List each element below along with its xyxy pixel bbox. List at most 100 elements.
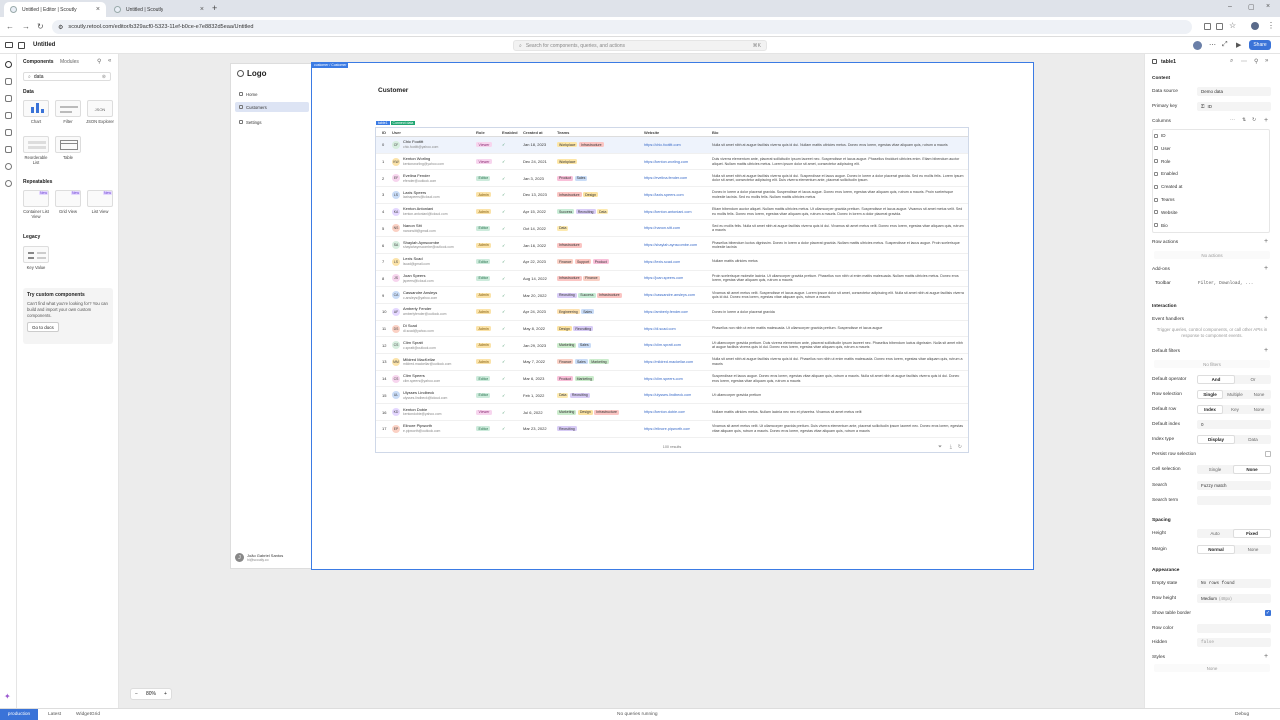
state-icon[interactable] — [5, 129, 12, 136]
search-mode-select[interactable]: Fuzzy match — [1197, 481, 1271, 490]
browser-tab-editor[interactable]: Untitled | Editor | Scoutly × — [4, 2, 106, 17]
row-selection-multiple[interactable]: Multiple — [1223, 390, 1247, 399]
website-link[interactable]: https://joan.speers.com — [644, 276, 683, 280]
preview-play-icon[interactable]: ▶ — [1236, 41, 1241, 49]
table-selection-tag[interactable]: table1 Connect data — [376, 121, 416, 125]
browser-menu-icon[interactable]: ⋮ — [1267, 21, 1275, 30]
website-link[interactable]: https://kenton.worling.com — [644, 160, 688, 164]
customers-table[interactable]: ID User Role Enabled Created at Teams Website B… — [375, 127, 969, 453]
column-header[interactable]: Created at — [523, 128, 557, 136]
close-icon[interactable]: × — [200, 6, 204, 13]
translate-icon[interactable] — [1216, 23, 1223, 30]
add-style-icon[interactable]: + — [1264, 653, 1268, 660]
table-row[interactable]: 11 DS Di Scad di.scad@yahoo.com Admin ✓ May 8,… — [376, 321, 968, 338]
table-row[interactable]: 2 EF Evelina Fender efender@outlook.com Edit… — [376, 170, 968, 188]
latest-release[interactable]: Latest — [48, 712, 61, 717]
operator-or[interactable]: Or — [1235, 375, 1271, 384]
primary-key-select[interactable]: ⚿ ID — [1197, 102, 1271, 111]
zoom-level[interactable]: 80% — [146, 691, 156, 697]
cast-icon[interactable] — [1204, 23, 1211, 30]
download-icon[interactable]: ⤓ — [950, 444, 952, 450]
collaborator-avatar[interactable] — [1193, 41, 1202, 50]
browser-tab-preview[interactable]: Untitled | Scoutly × — [108, 2, 210, 17]
tab-components[interactable]: Components — [23, 59, 54, 65]
website-link[interactable]: https://lexis.scad.com — [644, 260, 680, 264]
table-row[interactable]: 10 AF Amberly Fender amberlyfender@outlook.… — [376, 304, 968, 321]
row-selection-single[interactable]: Single — [1197, 390, 1223, 399]
website-link[interactable]: https://elinore.pipworth.com — [644, 427, 690, 431]
minimize-icon[interactable]: – — [1228, 3, 1232, 10]
table-row[interactable]: 9 CA Cassandre Ansleys c.ansleys@yahoo.com A… — [376, 287, 968, 304]
column-header[interactable]: Role — [476, 128, 502, 136]
data-source-select[interactable]: Demo data — [1197, 87, 1271, 96]
search-icon[interactable]: ⌕ — [1230, 58, 1233, 65]
component-filter[interactable]: Filter — [54, 100, 82, 124]
table-row[interactable]: 17 EP Elinore Pipworth e.pipworth@outlook.c… — [376, 421, 968, 438]
row-height-select[interactable]: Medium (48px) — [1197, 594, 1271, 603]
pages-icon[interactable] — [18, 42, 25, 49]
column-item[interactable]: Created at — [1154, 184, 1182, 189]
spacing-section-title[interactable]: Spacing — [1152, 518, 1171, 523]
table-row[interactable]: 5 NS Nanon Sitt nanonsitt@gmail.com Editor ✓ O… — [376, 221, 968, 238]
more-icon[interactable]: ⋯ — [1241, 58, 1247, 65]
component-list-view[interactable]: New List View — [86, 190, 114, 214]
index-type-data[interactable]: Data — [1235, 435, 1271, 444]
interaction-section-title[interactable]: Interaction — [1152, 304, 1177, 309]
column-item[interactable]: Teams — [1154, 197, 1175, 202]
content-section-title[interactable]: Content — [1152, 76, 1170, 81]
table-name-tag[interactable]: table1 — [376, 121, 390, 125]
component-container-list-view[interactable]: New Container List View — [22, 190, 50, 219]
app-sidebar-frame[interactable]: Logo Home Customers Settings J João Gabr… — [230, 63, 312, 569]
profile-avatar[interactable] — [1251, 22, 1259, 30]
zoom-out-button[interactable]: − — [135, 691, 138, 697]
column-item[interactable]: Bio — [1154, 223, 1168, 228]
default-row-index[interactable]: Index — [1197, 405, 1223, 414]
widget-grid-branch[interactable]: WidgetGrid — [76, 712, 100, 717]
collapse-panel-icon[interactable]: « — [108, 58, 111, 64]
nav-item-settings[interactable]: Settings — [235, 117, 309, 127]
add-filter-icon[interactable]: + — [1264, 347, 1268, 354]
history-icon[interactable] — [5, 163, 12, 170]
empty-state-input[interactable]: No rows found — [1197, 579, 1271, 588]
nav-item-home[interactable]: Home — [235, 89, 309, 99]
filter-icon[interactable]: ⏷ — [938, 444, 942, 450]
refresh-icon[interactable]: ↻ — [958, 444, 962, 450]
default-row-none[interactable]: None — [1247, 405, 1271, 414]
component-grid-view[interactable]: New Grid View — [54, 190, 82, 214]
cell-selection-none[interactable]: None — [1233, 465, 1271, 474]
table-row[interactable]: 0 CF Chic Footitt chic.footitt@yahoo.com Vie… — [376, 137, 968, 154]
add-event-handler-icon[interactable]: + — [1264, 315, 1268, 322]
nav-item-customers[interactable]: Customers — [235, 102, 309, 112]
settings-icon[interactable] — [5, 180, 12, 187]
table-row[interactable]: 3 LS Laxis Speers laxisspeers@icloud.com Adm… — [376, 187, 968, 204]
component-tree-icon[interactable] — [5, 78, 12, 85]
collapse-panel-icon[interactable]: » — [1265, 58, 1268, 64]
website-link[interactable]: https://kenton.dobie.com — [644, 410, 685, 414]
inspector-component-name[interactable]: table1 — [1161, 59, 1176, 65]
search-term-input[interactable] — [1197, 496, 1271, 505]
table-row[interactable]: 15 UL Ulysses Lindbeck ulysses.lindbeck@icl… — [376, 388, 968, 405]
table-row[interactable]: 14 CS Clim Speers clim.speers@yahoo.com Edit… — [376, 371, 968, 388]
website-link[interactable]: https://kenton.antoniani.com — [644, 210, 692, 214]
column-header[interactable]: Website — [644, 128, 712, 136]
code-icon[interactable] — [5, 95, 12, 102]
margin-none[interactable]: None — [1235, 545, 1271, 554]
maximize-icon[interactable]: ▢ — [1248, 3, 1255, 11]
index-type-display[interactable]: Display — [1197, 435, 1235, 444]
page-title[interactable]: Customer — [378, 87, 408, 94]
hidden-input[interactable]: false — [1197, 638, 1271, 647]
default-index-input[interactable]: 0 — [1197, 420, 1271, 429]
component-key-value[interactable]: Key Value — [22, 246, 50, 270]
debug-button[interactable]: Debug — [1235, 712, 1249, 717]
app-menu-icon[interactable] — [5, 42, 13, 48]
website-link[interactable]: https://nanon.sitt.com — [644, 226, 680, 230]
appearance-section-title[interactable]: Appearance — [1152, 568, 1179, 573]
table-row[interactable]: 8 JS Joan Speers jspeers@icloud.com Editor ✓ A… — [376, 271, 968, 288]
toolbar-label[interactable]: Toolbar — [1155, 281, 1171, 286]
zoom-in-button[interactable]: + — [164, 691, 167, 697]
go-to-docs-button[interactable]: Go to docs — [27, 322, 59, 333]
component-chart[interactable]: Chart — [22, 100, 50, 124]
connect-data-tag[interactable]: Connect data — [390, 121, 416, 125]
website-link[interactable]: https://clim.speers.com — [644, 377, 683, 381]
sort-icon[interactable]: ⇅ — [1242, 118, 1246, 123]
